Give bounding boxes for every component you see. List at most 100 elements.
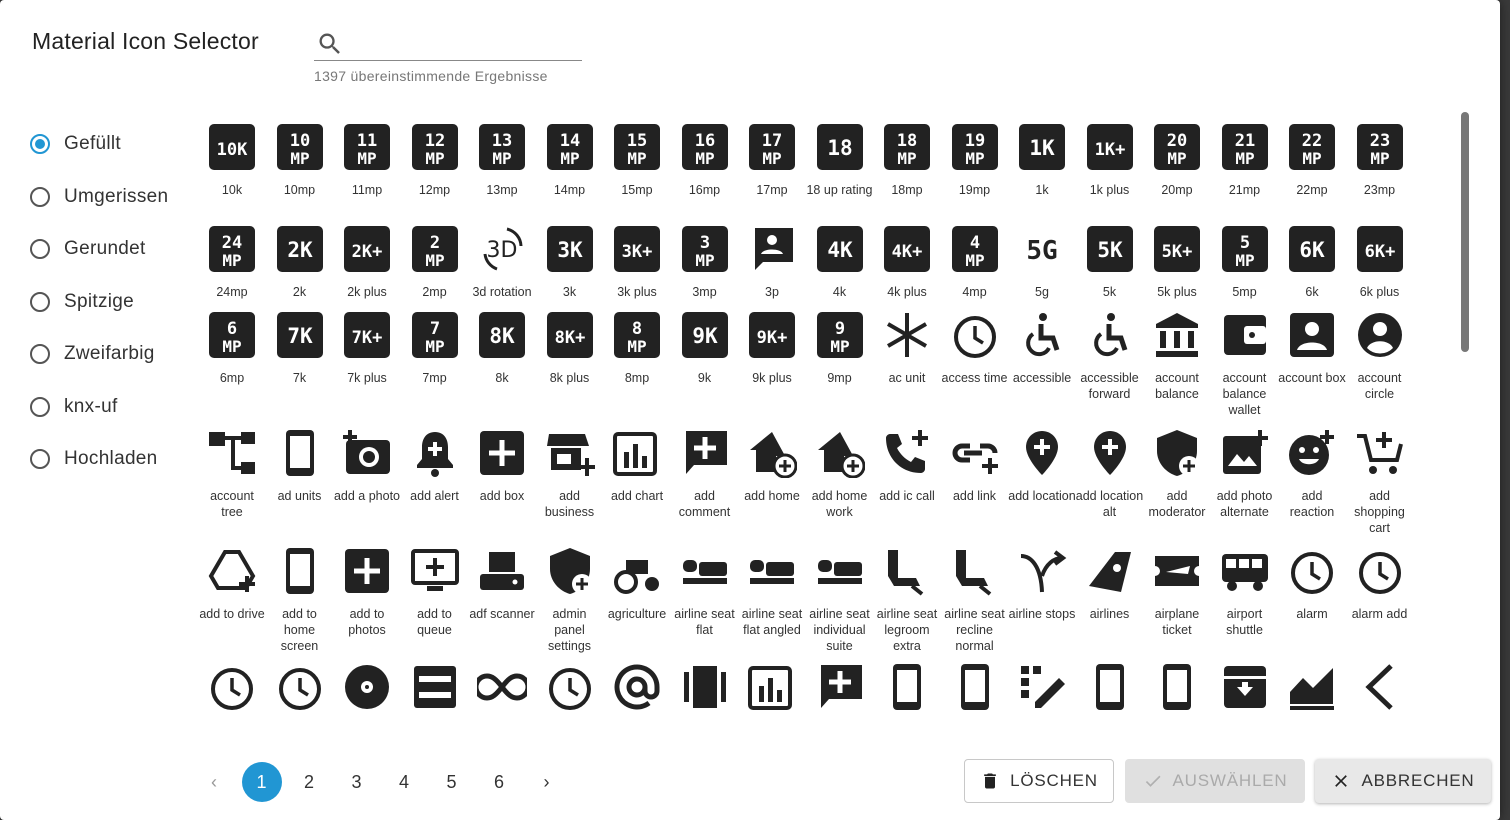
select-button[interactable]: AUSWÄHLEN (1125, 759, 1305, 803)
icon-option-all-out[interactable] (536, 658, 604, 712)
icon-option-add-business[interactable]: add business (536, 424, 604, 520)
icon-option-add-chart[interactable]: add chart (603, 424, 671, 504)
page-5-button[interactable]: 5 (432, 762, 472, 802)
icon-option-app-blocking[interactable] (941, 658, 1009, 712)
icon-option-20mp[interactable]: 20 MP 20mp (1143, 118, 1211, 198)
radio-button[interactable] (30, 291, 50, 312)
icon-option-archive[interactable] (1211, 658, 1279, 712)
icon-option-18-up-rating[interactable]: 18 18 up rating (806, 118, 874, 198)
icon-option-6k-plus[interactable]: 6K+ 6k plus (1346, 220, 1414, 300)
icon-option-agriculture[interactable]: agriculture (603, 542, 671, 622)
icon-option-account-balance[interactable]: account balance (1143, 306, 1211, 402)
icon-option-airline-seat-flat[interactable]: airline seat flat (671, 542, 739, 638)
icon-option-add-to-home-screen[interactable]: add to home screen (266, 542, 334, 654)
icon-option-3d-rotation[interactable]: 3D 3d rotation (468, 220, 536, 300)
icon-option-add-box[interactable]: add box (468, 424, 536, 504)
icon-option-1k-plus[interactable]: 1K+ 1k plus (1076, 118, 1144, 198)
icon-option-5mp[interactable]: 5 MP 5mp (1211, 220, 1279, 300)
icon-option-ac-unit[interactable]: ac unit (873, 306, 941, 386)
icon-option-11mp[interactable]: 11 MP 11mp (333, 118, 401, 198)
icon-option-accessible-forward[interactable]: accessible forward (1076, 306, 1144, 402)
style-option-gerundet[interactable]: Gerundet (30, 223, 168, 276)
style-option-zweifarbig[interactable]: Zweifarbig (30, 328, 168, 381)
icon-option-airlines[interactable]: airlines (1076, 542, 1144, 622)
icon-option-area-chart[interactable] (1278, 658, 1346, 712)
icon-option-add-alert[interactable]: add alert (401, 424, 469, 504)
radio-button[interactable] (30, 396, 50, 417)
icon-option-access-time[interactable]: access time (941, 306, 1009, 386)
icon-option-18mp[interactable]: 18 MP 18mp (873, 118, 941, 198)
icon-option-7k-plus[interactable]: 7K+ 7k plus (333, 306, 401, 386)
icon-option-add-moderator[interactable]: add moderator (1143, 424, 1211, 520)
page-6-button[interactable]: 6 (479, 762, 519, 802)
page-3-button[interactable]: 3 (337, 762, 377, 802)
icon-option-add-shopping-cart[interactable]: add shopping cart (1346, 424, 1414, 536)
icon-option-5k-plus[interactable]: 5K+ 5k plus (1143, 220, 1211, 300)
style-option-umgerissen[interactable]: Umgerissen (30, 171, 168, 224)
icon-grid-scrollbar[interactable] (1458, 110, 1472, 724)
icon-option-airline-stops[interactable]: airline stops (1008, 542, 1076, 622)
icon-option-8mp[interactable]: 8 MP 8mp (603, 306, 671, 386)
icon-option-app-registration[interactable] (1008, 658, 1076, 712)
icon-option-analytics[interactable] (738, 658, 806, 712)
icon-option-4k-plus[interactable]: 4K+ 4k plus (873, 220, 941, 300)
icon-option-airport-shuttle[interactable]: airport shuttle (1211, 542, 1279, 638)
style-option-gefüllt[interactable]: Gefüllt (30, 118, 168, 171)
icon-option-add-comment[interactable]: add comment (671, 424, 739, 520)
icon-option-ad-units[interactable]: ad units (266, 424, 334, 504)
icon-option-23mp[interactable]: 23 MP 23mp (1346, 118, 1414, 198)
next-page-button[interactable]: › (527, 762, 567, 802)
scrollbar-thumb[interactable] (1461, 112, 1469, 352)
icon-option-6k[interactable]: 6K 6k (1278, 220, 1346, 300)
icon-option-19mp[interactable]: 19 MP 19mp (941, 118, 1009, 198)
icon-option-add-to-drive[interactable]: add to drive (198, 542, 266, 622)
radio-button[interactable] (30, 134, 50, 155)
icon-option-adf-scanner[interactable]: adf scanner (468, 542, 536, 622)
icon-option-add-to-queue[interactable]: add to queue (401, 542, 469, 638)
icon-option-3k[interactable]: 3K 3k (536, 220, 604, 300)
icon-option-1k[interactable]: 1K 1k (1008, 118, 1076, 198)
icon-option-3mp[interactable]: 3 MP 3mp (671, 220, 739, 300)
icon-option-4mp[interactable]: 4 MP 4mp (941, 220, 1009, 300)
icon-option-account-balance-wallet[interactable]: account balance wallet (1211, 306, 1279, 418)
icon-option-account-tree[interactable]: account tree (198, 424, 266, 520)
icon-option-9k[interactable]: 9K 9k (671, 306, 739, 386)
icon-option-17mp[interactable]: 17 MP 17mp (738, 118, 806, 198)
page-2-button[interactable]: 2 (289, 762, 329, 802)
icon-option-3p[interactable]: 3p (738, 220, 806, 300)
icon-option-aod[interactable] (873, 658, 941, 712)
search-input[interactable] (350, 28, 582, 58)
cancel-button[interactable]: ABBRECHEN (1315, 759, 1491, 803)
icon-option-add-location-alt[interactable]: add location alt (1076, 424, 1144, 520)
icon-option-10mp[interactable]: 10 MP 10mp (266, 118, 334, 198)
icon-option-2mp[interactable]: 2 MP 2mp (401, 220, 469, 300)
icon-option-10k[interactable]: 10K 10k (198, 118, 266, 198)
radio-button[interactable] (30, 239, 50, 260)
icon-option-add-home-work[interactable]: add home work (806, 424, 874, 520)
icon-option-15mp[interactable]: 15 MP 15mp (603, 118, 671, 198)
icon-option-app-settings-alt[interactable] (1076, 658, 1144, 712)
style-option-knx-uf[interactable]: knx-uf (30, 381, 168, 434)
icon-option-5g[interactable]: 5G 5g (1008, 220, 1076, 300)
radio-button[interactable] (30, 449, 50, 470)
icon-option-13mp[interactable]: 13 MP 13mp (468, 118, 536, 198)
icon-option-amp-stories[interactable] (671, 658, 739, 712)
icon-option-account-circle[interactable]: account circle (1346, 306, 1414, 402)
style-option-hochladen[interactable]: Hochladen (30, 433, 168, 486)
icon-option-14mp[interactable]: 14 MP 14mp (536, 118, 604, 198)
icon-option-alarm-on[interactable] (266, 658, 334, 712)
style-option-spitzige[interactable]: Spitzige (30, 276, 168, 329)
icon-option-admin-panel-settings[interactable]: admin panel settings (536, 542, 604, 654)
icon-option-arrow-back-ios[interactable] (1346, 658, 1414, 712)
icon-option-7k[interactable]: 7K 7k (266, 306, 334, 386)
icon-option-add-reaction[interactable]: add reaction (1278, 424, 1346, 520)
icon-option-airline-seat-recline-normal[interactable]: airline seat recline normal (941, 542, 1009, 654)
icon-option-account-box[interactable]: account box (1278, 306, 1346, 386)
icon-option-3k-plus[interactable]: 3K+ 3k plus (603, 220, 671, 300)
radio-button[interactable] (30, 344, 50, 365)
icon-option-22mp[interactable]: 22 MP 22mp (1278, 118, 1346, 198)
search-field[interactable] (314, 26, 582, 61)
icon-option-airline-seat-individual-suite[interactable]: airline seat individual suite (806, 542, 874, 654)
icon-option-24mp[interactable]: 24 MP 24mp (198, 220, 266, 300)
icon-option-add-a-photo[interactable]: add a photo (333, 424, 401, 504)
